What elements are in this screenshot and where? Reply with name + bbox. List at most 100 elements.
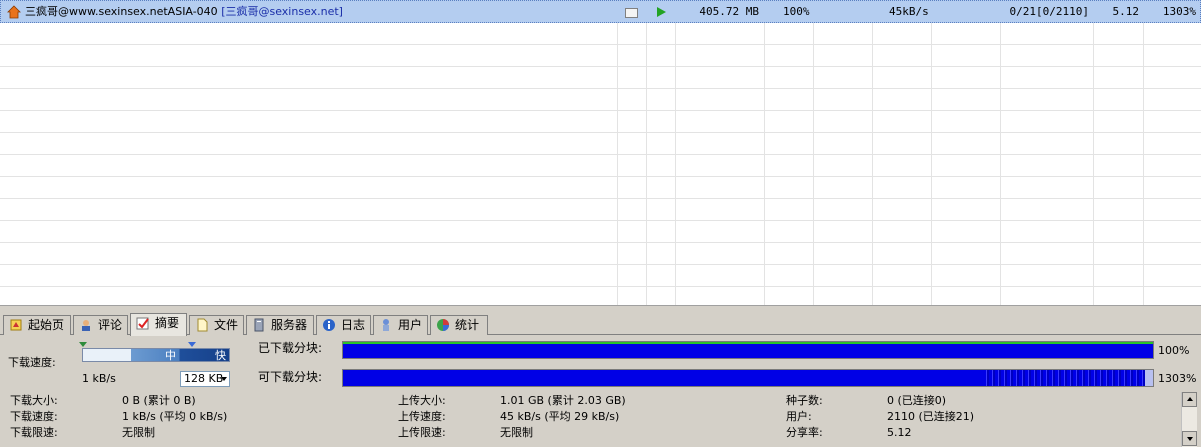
task-row[interactable]: 三疯哥@www.sexinsex.netASIA-040 [三疯哥@sexins… (0, 0, 1201, 23)
grid-column-line (646, 0, 647, 305)
tab-start-page[interactable]: 起始页 (3, 315, 71, 335)
task-percent: 1303% (1162, 5, 1196, 18)
grid-column-line (931, 0, 932, 305)
arrow-up-icon (1187, 397, 1193, 401)
download-limit-label: 下载限速: (10, 426, 58, 439)
task-list[interactable]: 三疯哥@www.sexinsex.netASIA-040 [三疯哥@sexins… (0, 0, 1201, 306)
tab-label: 文件 (214, 318, 239, 332)
grid-row-line (0, 133, 1201, 155)
grid-row-line (0, 265, 1201, 287)
grid-row-line (0, 23, 1201, 45)
stats-scrollbar[interactable] (1181, 392, 1197, 447)
grid-column-line (872, 0, 873, 305)
available-blocks-stripes (983, 370, 1153, 386)
upload-size-value: 1.01 GB (累计 2.03 GB) (500, 394, 626, 407)
downloaded-blocks-fill (343, 342, 1153, 358)
share-ratio-value: 5.12 (887, 426, 912, 439)
grid-row-line (0, 177, 1201, 199)
tab-label: 起始页 (28, 318, 65, 332)
task-name: 三疯哥@www.sexinsex.netASIA-040 (25, 5, 218, 18)
tab-servers[interactable]: 服务器 (246, 315, 314, 335)
tab-log[interactable]: 日志 (316, 315, 371, 335)
peers-value: 2110 (已连接21) (887, 410, 975, 423)
speed-limit-select[interactable]: 128 KB (180, 371, 230, 387)
seeds-label: 种子数: (786, 394, 823, 407)
current-speed: 1 kB/s (82, 372, 116, 385)
grid-column-line (813, 0, 814, 305)
grid-column-line (1000, 0, 1001, 305)
downloaded-blocks-complete-line (343, 342, 1153, 344)
grid-row-line (0, 89, 1201, 111)
download-rate-label: 下载速度: (10, 410, 58, 423)
tab-label: 摘要 (155, 316, 180, 330)
upload-limit-value: 无限制 (500, 426, 533, 439)
home-icon (7, 5, 21, 19)
grid-column-line (764, 0, 765, 305)
seeds-value: 0 (已连接0) (887, 394, 947, 407)
tab-label: 评论 (98, 318, 123, 332)
task-progress: 100% (783, 5, 810, 18)
peers-label: 用户: (786, 410, 812, 423)
download-limit-value: 无限制 (122, 426, 155, 439)
play-icon[interactable] (657, 7, 666, 17)
downloaded-blocks-percent: 100% (1158, 344, 1190, 357)
tab-statistics[interactable]: 统计 (430, 315, 488, 335)
grid-row-line (0, 111, 1201, 133)
upload-rate-value: 45 kB/s (平均 29 kB/s) (500, 410, 620, 423)
tab-label: 统计 (455, 318, 480, 332)
available-blocks-bar (342, 369, 1154, 387)
upload-rate-label: 上传速度: (398, 410, 446, 423)
grid-column-line (617, 0, 618, 305)
download-speed-label: 下载速度: (8, 356, 56, 369)
speed-fast-text: 快 (215, 349, 226, 362)
scroll-down-button[interactable] (1182, 431, 1197, 446)
mail-icon[interactable] (625, 8, 638, 18)
tab-users[interactable]: 用户 (373, 315, 428, 335)
grid-column-line (675, 0, 676, 305)
grid-column-line (1093, 0, 1094, 305)
task-name-cell: 三疯哥@www.sexinsex.netASIA-040 [三疯哥@sexins… (25, 5, 615, 19)
chevron-down-icon (221, 377, 227, 381)
start-page-icon (10, 319, 22, 331)
server-icon (254, 318, 264, 332)
summary-panel: 下载速度: 中 快 1 kB/s 128 KB 已下载分块: 100% 可下载分… (0, 336, 1201, 447)
downloaded-blocks-bar (342, 341, 1154, 359)
tab-comments[interactable]: 评论 (73, 315, 128, 335)
task-tag: [三疯哥@sexinsex.net] (221, 5, 343, 18)
tab-label: 服务器 (271, 318, 308, 332)
download-size-value: 0 B (累计 0 B) (122, 394, 196, 407)
files-icon (197, 318, 208, 332)
speed-slider-handle[interactable] (188, 342, 196, 347)
speed-limit-value: 128 KB (184, 372, 224, 385)
tab-label: 日志 (341, 318, 366, 332)
users-icon (383, 319, 389, 331)
task-sources: 0/21[0/2110] (1009, 5, 1089, 18)
speed-mid-text: 中 (165, 349, 176, 362)
task-ratio: 5.12 (1112, 5, 1140, 18)
speed-min-marker (79, 342, 87, 347)
task-speed: 45kB/s (889, 5, 929, 18)
downloaded-blocks-label: 已下载分块: (258, 341, 323, 355)
grid-row-line (0, 67, 1201, 89)
summary-icon (136, 317, 149, 330)
arrow-down-icon (1187, 437, 1193, 441)
upload-limit-label: 上传限速: (398, 426, 446, 439)
grid-row-line (0, 199, 1201, 221)
task-size: 405.72 MB (699, 5, 759, 18)
speed-slider[interactable]: 中 快 (82, 348, 230, 362)
grid-row-line (0, 45, 1201, 67)
grid-row-line (0, 287, 1201, 305)
download-rate-value: 1 kB/s (平均 0 kB/s) (122, 410, 228, 423)
grid-row-line (0, 221, 1201, 243)
info-icon (323, 319, 335, 331)
scroll-up-button[interactable] (1182, 392, 1197, 407)
tab-label: 用户 (398, 318, 423, 332)
grid-row-line (0, 155, 1201, 177)
available-blocks-label: 可下载分块: (258, 370, 323, 384)
tab-strip: 起始页 评论 摘要 文件 服务器 日志 用户 统计 (0, 313, 1201, 336)
download-size-label: 下载大小: (10, 394, 58, 407)
tab-summary[interactable]: 摘要 (130, 313, 187, 336)
tab-files[interactable]: 文件 (189, 315, 244, 335)
grid-row-line (0, 243, 1201, 265)
grid-column-line (1143, 0, 1144, 305)
